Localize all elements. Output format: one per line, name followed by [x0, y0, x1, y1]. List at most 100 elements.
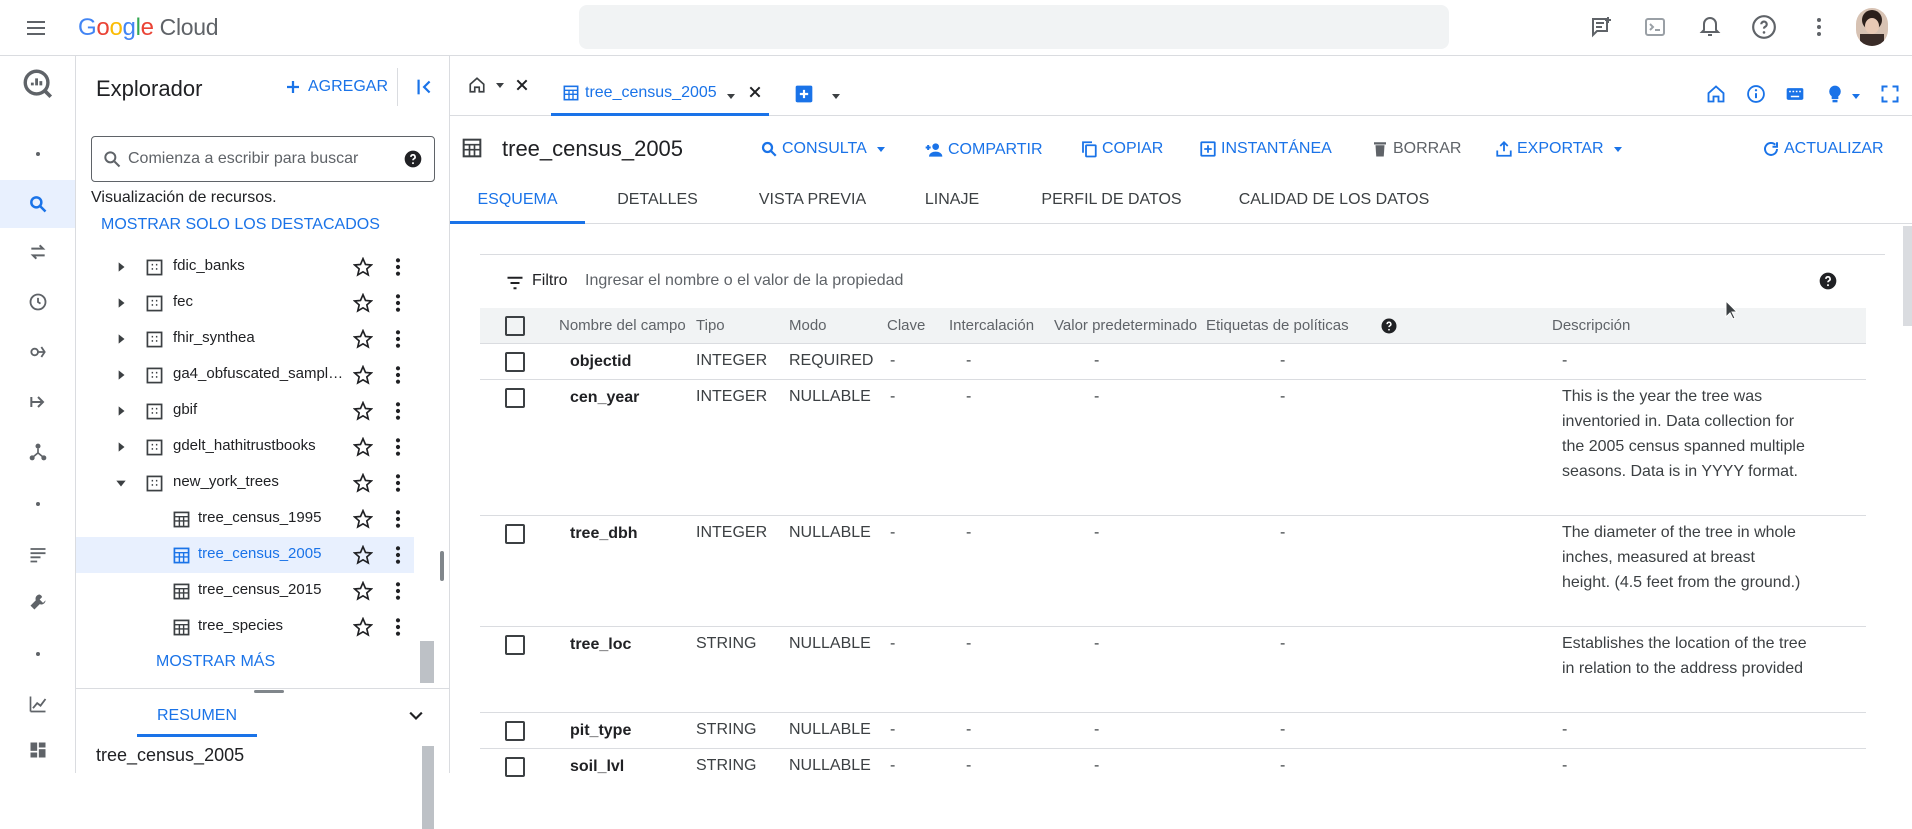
help-icon[interactable] [403, 149, 423, 169]
show-more-link[interactable]: MOSTRAR MÁS [156, 653, 275, 671]
export-button[interactable]: EXPORTAR [1495, 140, 1624, 158]
tab-home[interactable] [468, 76, 530, 94]
query-button[interactable]: CONSULTA [760, 140, 887, 158]
caret-right-icon[interactable] [114, 332, 128, 346]
star-icon[interactable] [353, 293, 373, 313]
tree-item-table[interactable]: tree_species [76, 609, 414, 645]
row-checkbox[interactable] [505, 524, 525, 544]
tab-summary[interactable]: RESUMEN [137, 701, 257, 737]
tab-tree-census-2005[interactable]: tree_census_2005 [551, 56, 769, 116]
caret-right-icon[interactable] [114, 404, 128, 418]
row-checkbox[interactable] [505, 352, 525, 372]
column-header[interactable]: Tipo [696, 317, 725, 334]
tree-item-dataset[interactable]: fhir_synthea [76, 321, 414, 357]
star-icon[interactable] [353, 437, 373, 457]
star-icon[interactable] [353, 509, 373, 529]
panel-resize-handle[interactable] [440, 551, 444, 581]
caret-right-icon[interactable] [114, 368, 128, 382]
row-checkbox[interactable] [505, 388, 525, 408]
table-row[interactable]: soil_lvl STRING NULLABLE - - - - - [480, 749, 1866, 779]
star-icon[interactable] [353, 617, 373, 637]
help-icon[interactable] [1818, 271, 1838, 291]
caret-down-icon[interactable] [114, 476, 128, 490]
caret-right-icon[interactable] [114, 260, 128, 274]
tab-data-quality[interactable]: CALIDAD DE LOS DATOS [1214, 176, 1454, 224]
column-header[interactable]: Nombre del campo [559, 317, 686, 334]
star-icon[interactable] [353, 545, 373, 565]
explorer-search-input[interactable]: Comienza a escribir para buscar [91, 136, 435, 182]
tree-item-table-selected[interactable]: tree_census_2005 [76, 537, 414, 573]
tree-item-dataset[interactable]: fec [76, 285, 414, 321]
more-vert-icon[interactable] [388, 293, 408, 313]
more-vert-icon[interactable] [388, 437, 408, 457]
content-scrollbar[interactable] [1903, 226, 1912, 326]
tab-preview[interactable]: VISTA PREVIA [735, 176, 890, 224]
close-icon[interactable] [514, 77, 530, 93]
table-row[interactable]: pit_type STRING NULLABLE - - - - - [480, 713, 1866, 749]
row-checkbox[interactable] [505, 757, 525, 777]
more-vert-icon[interactable] [388, 401, 408, 421]
table-row[interactable]: objectid INTEGER REQUIRED - - - - - [480, 344, 1866, 380]
tree-item-dataset-expanded[interactable]: new_york_trees [76, 465, 414, 501]
dashboard-icon[interactable] [0, 726, 75, 774]
tab-data-profile[interactable]: PERFIL DE DATOS [1019, 176, 1204, 224]
tree-item-dataset[interactable]: gdelt_hathitrustbooks [76, 429, 414, 465]
table-row[interactable]: tree_dbh INTEGER NULLABLE - - - - The di… [480, 516, 1866, 627]
bigquery-logo-icon[interactable] [0, 60, 75, 108]
column-header[interactable]: Clave [887, 317, 925, 334]
scheduled-queries-icon[interactable] [0, 278, 75, 326]
summary-resize-handle[interactable] [254, 690, 284, 693]
more-vert-icon[interactable] [388, 473, 408, 493]
star-icon[interactable] [353, 581, 373, 601]
close-icon[interactable] [747, 84, 763, 100]
notifications-icon[interactable] [1695, 12, 1725, 42]
share-button[interactable]: COMPARTIR [924, 140, 1043, 160]
caret-down-icon[interactable] [494, 79, 506, 91]
wrench-icon[interactable] [0, 578, 75, 626]
explorer-scrollbar[interactable] [420, 641, 434, 683]
select-all-checkbox[interactable] [505, 316, 525, 336]
more-vert-icon[interactable] [388, 329, 408, 349]
more-vert-icon[interactable] [388, 509, 408, 529]
fullscreen-icon[interactable] [1880, 84, 1900, 104]
add-button[interactable]: AGREGAR [284, 78, 388, 96]
star-icon[interactable] [353, 473, 373, 493]
table-row[interactable]: tree_loc STRING NULLABLE - - - - Establi… [480, 627, 1866, 713]
tree-item-table[interactable]: tree_census_2015 [76, 573, 414, 609]
table-row[interactable]: cen_year INTEGER NULLABLE - - - - This i… [480, 380, 1866, 516]
star-icon[interactable] [353, 257, 373, 277]
collapse-panel-icon[interactable] [414, 76, 436, 98]
transfers-icon[interactable] [0, 228, 75, 276]
google-cloud-logo[interactable]: Google Cloud [78, 14, 219, 42]
lightbulb-icon[interactable] [1825, 84, 1845, 104]
tree-item-dataset[interactable]: ga4_obfuscated_sample... [76, 357, 414, 393]
tree-item-dataset[interactable]: gbif [76, 393, 414, 429]
home-icon[interactable] [1706, 84, 1726, 104]
help-icon[interactable] [1749, 12, 1779, 42]
column-header[interactable]: Valor predeterminado [1054, 317, 1197, 334]
more-options-icon[interactable] [1804, 12, 1834, 42]
caret-right-icon[interactable] [114, 296, 128, 310]
analytics-hub-icon[interactable] [0, 328, 75, 376]
show-starred-only-link[interactable]: MOSTRAR SOLO LOS DESTACADOS [101, 216, 380, 234]
tab-details[interactable]: DETALLES [590, 176, 725, 224]
global-search-bar[interactable] [579, 5, 1449, 49]
copy-button[interactable]: COPIAR [1080, 140, 1163, 158]
dataflow-icon[interactable] [0, 378, 75, 426]
tree-item-dataset[interactable]: fdic_banks [76, 249, 414, 285]
refresh-button[interactable]: ACTUALIZAR [1762, 140, 1884, 158]
column-header[interactable]: Modo [789, 317, 827, 334]
nav-search-icon[interactable] [0, 180, 75, 228]
row-checkbox[interactable] [505, 635, 525, 655]
more-vert-icon[interactable] [388, 365, 408, 385]
star-icon[interactable] [353, 365, 373, 385]
caret-down-icon[interactable] [725, 90, 737, 102]
more-vert-icon[interactable] [388, 257, 408, 277]
column-header[interactable]: Descripción [1552, 317, 1630, 334]
tab-schema[interactable]: ESQUEMA [450, 176, 585, 224]
chart-icon[interactable] [0, 680, 75, 728]
avatar[interactable] [1856, 8, 1888, 46]
star-icon[interactable] [353, 401, 373, 421]
filter-input[interactable]: Ingresar el nombre o el valor de la prop… [585, 272, 903, 290]
more-vert-icon[interactable] [388, 545, 408, 565]
